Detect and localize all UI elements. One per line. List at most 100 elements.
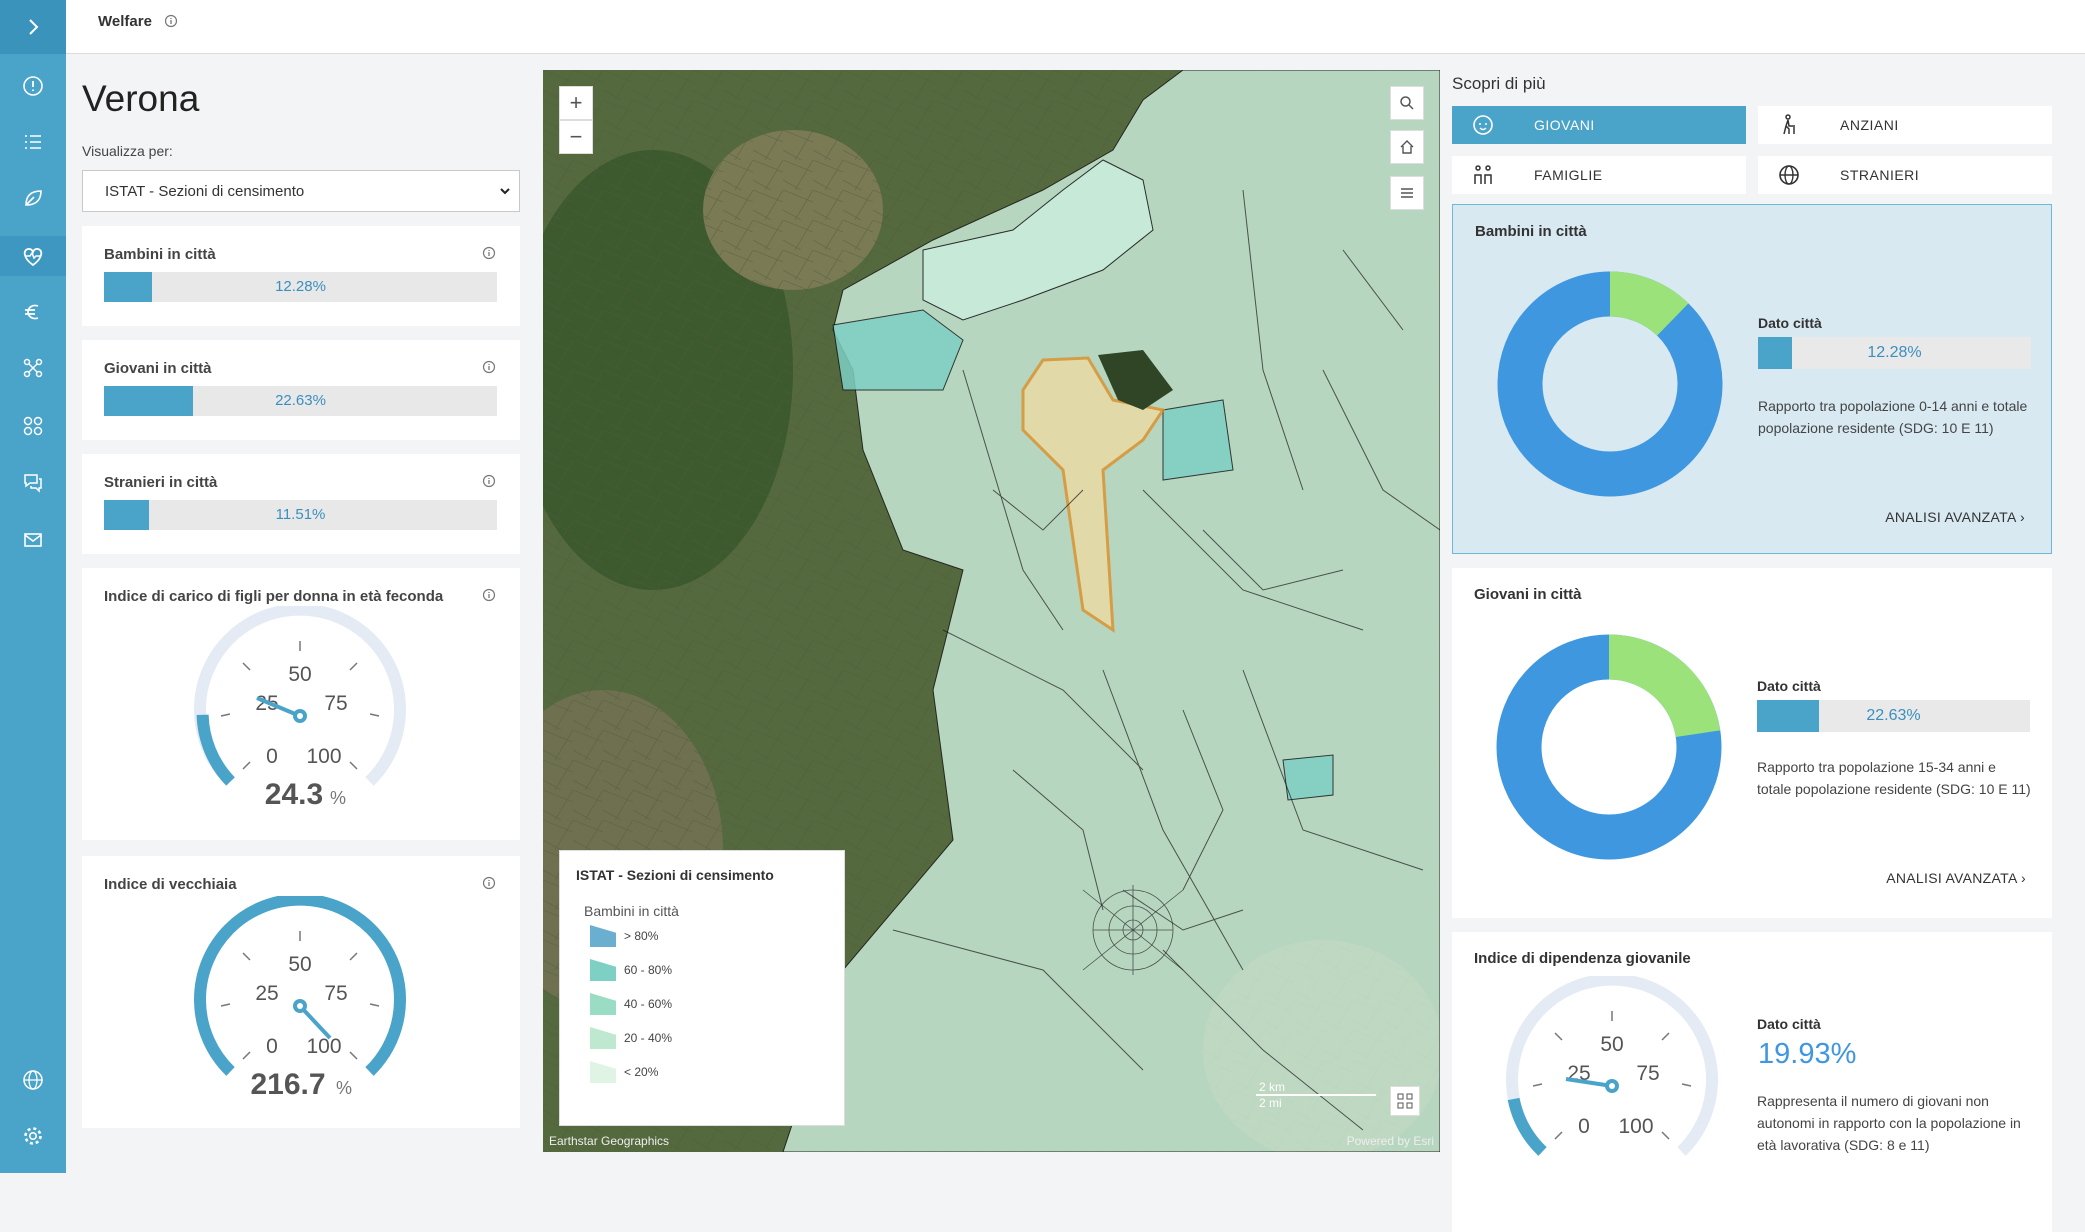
dipendenza-card: Indice di dipendenza giovanile 0 25 50 7… <box>1452 932 2052 1232</box>
indice-figli-unit: % <box>330 788 346 808</box>
indice-vecchiaia-unit: % <box>336 1078 352 1098</box>
app-title: Welfare <box>98 13 152 30</box>
gear-icon <box>24 1127 42 1145</box>
sidebar-item-welfare[interactable] <box>0 236 66 276</box>
bambini-detail-value: 12.28% <box>1867 344 1922 361</box>
dato-citta-label: Dato città <box>1758 315 1822 331</box>
sidebar-item-economy[interactable] <box>0 292 66 332</box>
tab-famiglie[interactable]: FAMIGLIE <box>1452 156 1746 194</box>
indice-figli-gauge: 0 25 50 75 100 24.3 % <box>194 606 406 811</box>
view-by-select[interactable]: ISTAT - Sezioni di censimento <box>82 170 520 212</box>
info-icon[interactable] <box>164 14 178 33</box>
gauge-label-100: 100 <box>1618 1115 1653 1138</box>
map-home-button[interactable] <box>1390 130 1424 164</box>
map-attribution: Earthstar Geographics <box>549 1134 670 1148</box>
census-zone-teal-2 <box>1162 399 1234 481</box>
network-icon <box>23 358 43 378</box>
home-icon <box>1400 140 1414 154</box>
bambini-detail-title: Bambini in città <box>1475 223 1587 240</box>
view-by-select-value: ISTAT - Sezioni di censimento <box>105 182 305 200</box>
gauge-label-75: 75 <box>1636 1062 1659 1085</box>
legend-swatch <box>590 959 616 981</box>
indice-figli-value: 24.3 <box>265 778 323 811</box>
analisi-avanzata-link[interactable]: ANALISI AVANZATA › <box>1886 870 2026 886</box>
sidebar-item-list[interactable] <box>0 122 66 162</box>
euro-icon <box>25 304 39 320</box>
map-layers-button[interactable] <box>1390 176 1424 210</box>
sidebar-item-mail[interactable] <box>0 520 66 560</box>
sidebar-item-network[interactable] <box>0 348 66 388</box>
sidebar-item-chat[interactable] <box>0 462 66 502</box>
sidebar-item-environment[interactable] <box>0 178 66 218</box>
zoom-in-button[interactable]: + <box>559 86 593 120</box>
info-icon[interactable] <box>482 588 496 602</box>
dipendenza-value: 19.93% <box>1758 1038 1857 1070</box>
qr-button[interactable] <box>1390 1086 1420 1116</box>
giovani-detail-bar: 22.63% <box>1757 700 2030 732</box>
sidebar-item-settings[interactable] <box>0 1116 66 1156</box>
gauge-label-100: 100 <box>306 745 341 768</box>
discover-title: Scopri di più <box>1452 74 1546 93</box>
dato-citta-label: Dato città <box>1757 678 1821 694</box>
legend-subtitle: Bambini in città <box>584 903 679 919</box>
analisi-avanzata-link[interactable]: ANALISI AVANZATA › <box>1885 509 2025 525</box>
giovani-card: Giovani in città 22.63% <box>82 340 520 440</box>
legend-swatch <box>590 1027 616 1049</box>
tab-anziani[interactable]: ANZIANI <box>1758 106 2052 144</box>
gauge-label-0: 0 <box>266 745 278 768</box>
scale-km: 2 km <box>1256 1080 1376 1096</box>
info-icon[interactable] <box>482 246 496 260</box>
gauge-ticks <box>1532 1011 1692 1140</box>
legend-label: < 20% <box>624 1065 659 1079</box>
info-icon[interactable] <box>482 360 496 374</box>
family-icon <box>1474 165 1492 184</box>
qr-icon <box>1397 1093 1413 1109</box>
stranieri-title: Stranieri in città <box>104 474 218 491</box>
info-icon[interactable] <box>482 876 496 890</box>
gauge-label-100: 100 <box>306 1035 341 1058</box>
analisi-avanzata-label: ANALISI AVANZATA <box>1886 870 2017 886</box>
legend-label: 40 - 60% <box>624 997 673 1011</box>
legend-item: 60 - 80% <box>590 957 672 983</box>
indice-vecchiaia-title: Indice di vecchiaia <box>104 876 237 893</box>
legend-label: > 80% <box>624 929 659 943</box>
map-search-button[interactable] <box>1390 86 1424 120</box>
legend-item: 40 - 60% <box>590 991 672 1017</box>
indice-figli-title: Indice di carico di figli per donna in e… <box>104 588 444 605</box>
legend-swatch <box>590 1061 616 1083</box>
esri-attribution[interactable]: Powered by Esri <box>1347 1134 1434 1148</box>
indice-vecchiaia-card: Indice di vecchiaia 0 25 50 75 100 216.7… <box>82 856 520 1128</box>
gauge-label-50: 50 <box>288 953 311 976</box>
tab-giovani[interactable]: GIOVANI <box>1452 106 1746 144</box>
sidebar-item-apps[interactable] <box>0 406 66 446</box>
census-zone-small <box>1282 754 1334 801</box>
gauge-label-75: 75 <box>324 692 347 715</box>
view-by-label: Visualizza per: <box>82 143 173 159</box>
gauge-ticks <box>220 931 380 1060</box>
legend-item: < 20% <box>590 1059 658 1085</box>
legend-title: ISTAT - Sezioni di censimento <box>576 867 774 883</box>
dato-citta-label: Dato città <box>1757 1016 1821 1032</box>
gauge-label-50: 50 <box>1600 1033 1623 1056</box>
analisi-avanzata-label: ANALISI AVANZATA <box>1885 509 2016 525</box>
search-icon <box>1400 96 1414 110</box>
globe-icon <box>23 1070 43 1090</box>
tab-stranieri[interactable]: STRANIERI <box>1758 156 2052 194</box>
map-view[interactable]: + − ISTAT - Sezioni di censimento Bambin… <box>543 70 1440 1152</box>
stranieri-card: Stranieri in città 11.51% <box>82 454 520 554</box>
sidebar-item-language[interactable] <box>0 1060 66 1100</box>
chevron-right-icon: › <box>2021 870 2026 886</box>
alert-circle-icon <box>23 76 43 96</box>
info-icon[interactable] <box>482 474 496 488</box>
scale-mi: 2 mi <box>1259 1096 1282 1110</box>
dipendenza-description: Rappresenta il numero di giovani non aut… <box>1757 1093 2021 1153</box>
gauge-label-0: 0 <box>1578 1115 1590 1138</box>
legend-item: > 80% <box>590 923 658 949</box>
zoom-out-button[interactable]: − <box>559 120 593 154</box>
chevron-right-icon: › <box>2020 509 2025 525</box>
sidebar-item-alert[interactable] <box>0 66 66 106</box>
expand-sidebar-button[interactable] <box>0 0 66 54</box>
tab-label: STRANIERI <box>1840 167 1920 183</box>
mail-icon <box>24 533 42 547</box>
bambini-card: Bambini in città 12.28% <box>82 226 520 326</box>
